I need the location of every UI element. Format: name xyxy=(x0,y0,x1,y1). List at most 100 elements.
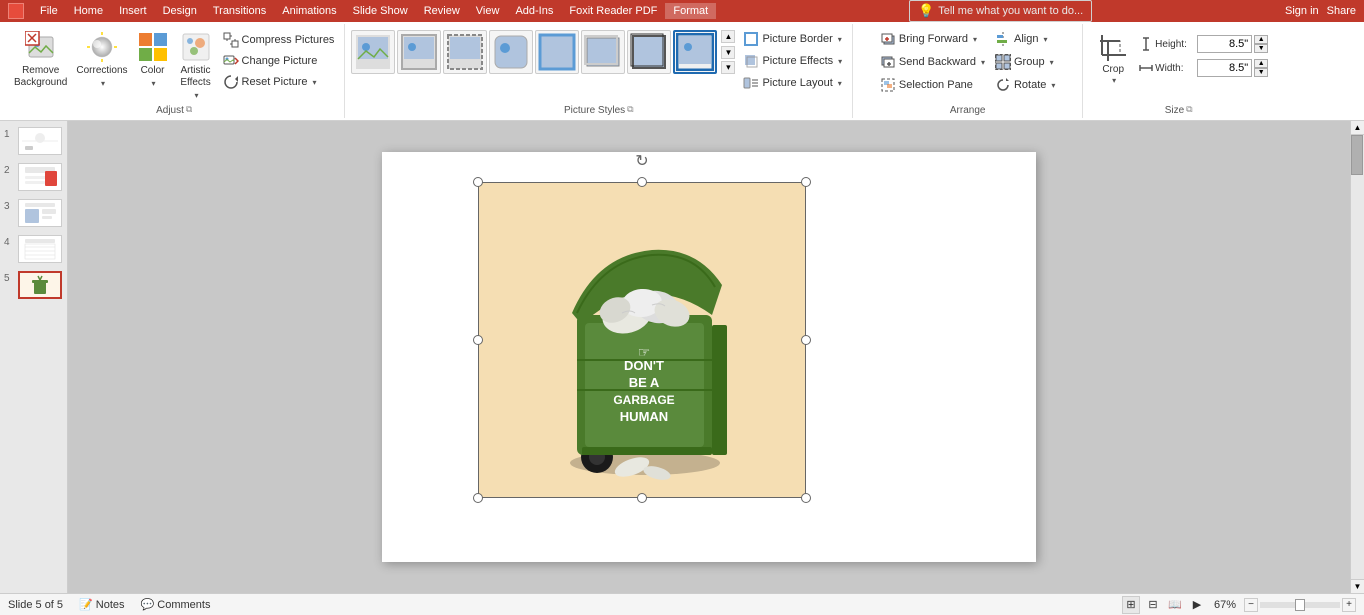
share-btn[interactable]: Share xyxy=(1327,5,1356,17)
height-up[interactable]: ▲ xyxy=(1254,35,1268,44)
handle-middle-right[interactable] xyxy=(801,335,811,345)
style-thumb-6[interactable] xyxy=(581,30,625,74)
style-thumb-5[interactable] xyxy=(535,30,579,74)
rotate-dropdown[interactable]: ▾ xyxy=(1051,81,1055,90)
width-up[interactable]: ▲ xyxy=(1254,59,1268,68)
color-dropdown[interactable]: ▾ xyxy=(152,79,156,88)
reading-view-btn[interactable]: 📖 xyxy=(1166,596,1184,614)
arrange-label-row: Arrange xyxy=(950,103,986,116)
notes-btn[interactable]: 📝 Notes xyxy=(79,598,125,611)
color-button[interactable]: Color ▾ xyxy=(133,28,173,91)
send-backward-dropdown[interactable]: ▾ xyxy=(981,58,985,67)
slide-img-2 xyxy=(18,163,62,191)
group-dropdown[interactable]: ▾ xyxy=(1050,58,1054,67)
zoom-out-btn[interactable]: − xyxy=(1244,598,1258,612)
scroll-thumb[interactable] xyxy=(1351,135,1363,175)
layout-dropdown[interactable]: ▾ xyxy=(838,79,842,88)
style-thumb-1[interactable] xyxy=(351,30,395,74)
menu-review[interactable]: Review xyxy=(416,3,468,19)
style-thumb-8[interactable] xyxy=(673,30,717,74)
comments-btn[interactable]: 💬 Comments xyxy=(141,598,211,611)
slide-num-4: 4 xyxy=(4,235,14,248)
zoom-thumb[interactable] xyxy=(1295,599,1305,611)
handle-top-left[interactable] xyxy=(473,177,483,187)
align-dropdown[interactable]: ▾ xyxy=(1043,35,1047,44)
slide-thumb-2[interactable]: 2 xyxy=(0,161,67,193)
handle-bottom-center[interactable] xyxy=(637,493,647,503)
reset-dropdown[interactable]: ▾ xyxy=(313,78,317,87)
tell-me-search[interactable]: 💡 Tell me what you want to do... xyxy=(909,0,1092,22)
style-thumb-3[interactable] xyxy=(443,30,487,74)
gallery-scroll-down[interactable]: ▼ xyxy=(721,46,735,59)
normal-view-btn[interactable]: ⊞ xyxy=(1122,596,1140,614)
width-icon-label: Width: xyxy=(1139,61,1195,75)
menu-animations[interactable]: Animations xyxy=(274,3,344,19)
slide-thumb-5[interactable]: 5 xyxy=(0,269,67,301)
scroll-up-btn[interactable]: ▲ xyxy=(1351,121,1364,135)
menu-transitions[interactable]: Transitions xyxy=(205,3,274,19)
rotate-handle[interactable]: ↻ xyxy=(635,154,649,168)
picture-effects-button[interactable]: Picture Effects ▾ xyxy=(739,50,846,72)
compress-pictures-button[interactable]: Compress Pictures xyxy=(219,30,339,50)
handle-top-center[interactable] xyxy=(637,177,647,187)
height-icon-label: Height: xyxy=(1139,37,1195,51)
slide-thumb-3[interactable]: 3 xyxy=(0,197,67,229)
menu-insert[interactable]: Insert xyxy=(111,3,155,19)
slideshow-btn[interactable]: ▶ xyxy=(1188,596,1206,614)
menu-file[interactable]: File xyxy=(32,3,66,19)
group-button[interactable]: Group ▾ xyxy=(991,51,1059,73)
crop-button[interactable]: Crop ▾ xyxy=(1089,28,1137,89)
slide-sorter-btn[interactable]: ⊟ xyxy=(1144,596,1162,614)
menu-foxit[interactable]: Foxit Reader PDF xyxy=(561,3,665,19)
sign-in-btn[interactable]: Sign in xyxy=(1285,5,1319,17)
change-picture-button[interactable]: Change Picture xyxy=(219,51,339,71)
send-backward-button[interactable]: Send Backward ▾ xyxy=(876,51,989,73)
zoom-in-btn[interactable]: + xyxy=(1342,598,1356,612)
bring-forward-button[interactable]: Bring Forward ▾ xyxy=(876,28,989,50)
align-button[interactable]: Align ▾ xyxy=(991,28,1059,50)
height-down[interactable]: ▼ xyxy=(1254,44,1268,53)
handle-middle-left[interactable] xyxy=(473,335,483,345)
menu-format[interactable]: Format xyxy=(665,3,716,19)
gallery-more[interactable]: ▾ xyxy=(721,61,735,74)
selection-pane-button[interactable]: Selection Pane xyxy=(876,74,989,96)
height-input[interactable] xyxy=(1197,35,1252,53)
menu-addins[interactable]: Add-Ins xyxy=(507,3,561,19)
rotate-button[interactable]: Rotate ▾ xyxy=(991,74,1059,96)
reset-picture-button[interactable]: Reset Picture ▾ xyxy=(219,72,339,92)
width-input[interactable] xyxy=(1197,59,1252,77)
handle-bottom-right[interactable] xyxy=(801,493,811,503)
slide-num-5: 5 xyxy=(4,271,14,284)
remove-background-button[interactable]: RemoveBackground xyxy=(10,28,71,92)
effects-dropdown[interactable]: ▾ xyxy=(838,57,842,66)
handle-bottom-left[interactable] xyxy=(473,493,483,503)
style-thumb-4[interactable] xyxy=(489,30,533,74)
menu-design[interactable]: Design xyxy=(155,3,205,19)
crop-dropdown[interactable]: ▾ xyxy=(1112,76,1116,85)
artistic-dropdown[interactable]: ▾ xyxy=(195,91,199,100)
scroll-down-btn[interactable]: ▼ xyxy=(1351,579,1364,593)
style-thumb-2[interactable] xyxy=(397,30,441,74)
bring-forward-dropdown[interactable]: ▾ xyxy=(973,35,977,44)
picture-layout-button[interactable]: Picture Layout ▾ xyxy=(739,72,846,94)
border-dropdown[interactable]: ▾ xyxy=(838,35,842,44)
gallery-scroll-up[interactable]: ▲ xyxy=(721,30,735,43)
artistic-effects-button[interactable]: ArtisticEffects ▾ xyxy=(174,28,218,103)
width-down[interactable]: ▼ xyxy=(1254,68,1268,77)
compress-label: Compress Pictures xyxy=(242,34,335,46)
menu-slideshow[interactable]: Slide Show xyxy=(345,3,416,19)
menu-view[interactable]: View xyxy=(468,3,508,19)
corrections-button[interactable]: Corrections ▾ xyxy=(72,28,131,91)
adjust-dialog-launcher[interactable]: ⧉ xyxy=(186,104,192,115)
menu-home[interactable]: Home xyxy=(66,3,111,19)
slide-thumb-1[interactable]: 1 xyxy=(0,125,67,157)
slide-thumb-4[interactable]: 4 xyxy=(0,233,67,265)
selected-image[interactable]: ↻ xyxy=(478,182,806,498)
handle-top-right[interactable] xyxy=(801,177,811,187)
style-thumb-7[interactable] xyxy=(627,30,671,74)
picture-styles-dialog-launcher[interactable]: ⧉ xyxy=(627,104,633,115)
picture-border-button[interactable]: Picture Border ▾ xyxy=(739,28,846,50)
picture-style-sub-buttons: Picture Border ▾ Picture Effects ▾ xyxy=(739,28,846,94)
size-dialog-launcher[interactable]: ⧉ xyxy=(1186,104,1192,115)
corrections-dropdown[interactable]: ▾ xyxy=(101,79,105,88)
